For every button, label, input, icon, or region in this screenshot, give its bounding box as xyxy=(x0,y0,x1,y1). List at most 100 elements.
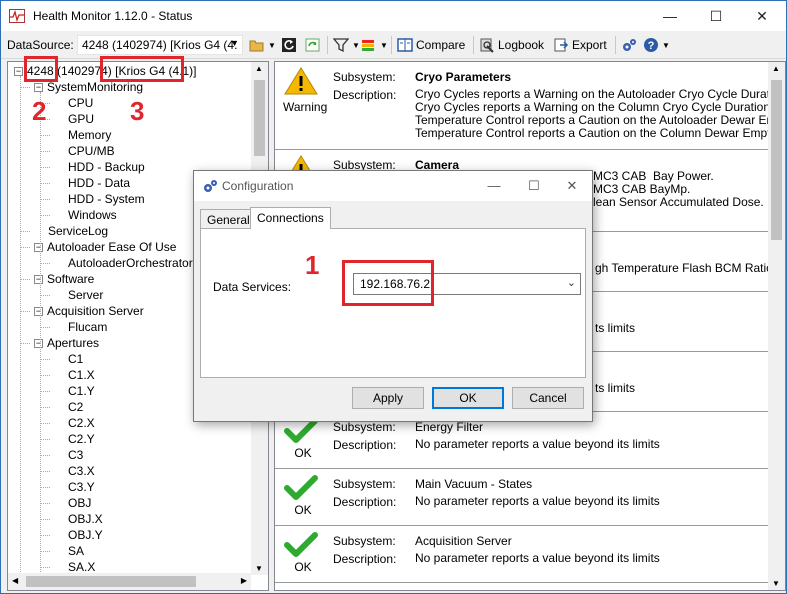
tree-item-label: C2 xyxy=(68,400,84,414)
tree-item[interactable]: OBJ xyxy=(68,495,91,511)
tree-item[interactable]: GPU xyxy=(68,111,94,127)
collapse-icon[interactable]: − xyxy=(34,83,43,92)
datasource-dropdown[interactable]: 4248 (1402974) [Krios G4 (4. ▼ xyxy=(77,35,243,55)
refresh-button[interactable] xyxy=(281,35,297,55)
scroll-down-icon[interactable]: ▼ xyxy=(255,564,263,573)
tree-item[interactable]: C3 xyxy=(68,447,83,463)
tree-connector xyxy=(40,183,50,184)
tree-item-label: C2.Y xyxy=(68,432,95,446)
tree-horizontal-scrollbar[interactable]: ◀ ▶ xyxy=(8,573,251,590)
tree-connector xyxy=(40,92,41,572)
datasource-value: 4248 (1402974) [Krios G4 (4. xyxy=(82,38,238,52)
tree-item[interactable]: C1 xyxy=(68,351,83,367)
annotation-number-3: 3 xyxy=(130,96,145,126)
tree-item-label: OBJ.Y xyxy=(68,528,103,542)
sync-button[interactable] xyxy=(305,35,321,55)
tree-item[interactable]: Server xyxy=(68,287,103,303)
tree-item[interactable]: CPU/MB xyxy=(68,143,115,159)
tree-connector xyxy=(40,487,50,488)
scroll-thumb[interactable] xyxy=(771,80,782,240)
export-button[interactable]: Export xyxy=(553,35,607,55)
severity-button[interactable]: ▼ xyxy=(361,35,388,55)
apply-button[interactable]: Apply xyxy=(352,387,424,409)
scroll-thumb[interactable] xyxy=(26,576,196,587)
dialog-close-button[interactable]: ✕ xyxy=(552,171,592,201)
subsystem-value: Acquisition Server xyxy=(415,534,512,548)
tree-item[interactable]: − Autoloader Ease Of Use xyxy=(34,239,176,255)
scroll-down-icon[interactable]: ▼ xyxy=(772,579,780,588)
status-label: Warning xyxy=(283,100,328,114)
collapse-icon[interactable]: − xyxy=(34,243,43,252)
logbook-label: Logbook xyxy=(498,38,545,52)
status-vertical-scrollbar[interactable]: ▲ ▼ xyxy=(768,62,785,590)
tree-connector xyxy=(40,263,50,264)
tree-item[interactable]: HDD - Backup xyxy=(68,159,145,175)
tree-item[interactable]: CPU xyxy=(68,95,93,111)
settings-button[interactable] xyxy=(621,35,637,55)
help-button[interactable]: ? ▼ xyxy=(643,35,670,55)
window-title: Health Monitor 1.12.0 - Status xyxy=(33,9,193,23)
annotation-box-2 xyxy=(24,56,58,82)
tree-item[interactable]: C2.X xyxy=(68,415,95,431)
scroll-up-icon[interactable]: ▲ xyxy=(255,64,263,73)
dialog-minimize-button[interactable]: — xyxy=(474,171,514,201)
tree-item[interactable]: C3.X xyxy=(68,463,95,479)
status-card[interactable]: Warning Subsystem: Cryo Parameters Descript… xyxy=(275,62,785,150)
open-folder-button[interactable]: ▼ xyxy=(249,35,276,55)
tree-item[interactable]: AutoloaderOrchestrator xyxy=(68,255,193,271)
tree-item[interactable]: − Acquisition Server xyxy=(34,303,144,319)
tree-item[interactable]: − Apertures xyxy=(34,335,99,351)
tab-general[interactable]: General xyxy=(200,209,257,229)
annotation-box-1 xyxy=(342,260,434,306)
scroll-right-icon[interactable]: ▶ xyxy=(241,576,247,585)
tab-connections[interactable]: Connections xyxy=(250,207,331,229)
tree-item[interactable]: Memory xyxy=(68,127,111,143)
ok-button[interactable]: OK xyxy=(432,387,504,409)
tree-item[interactable]: C1.Y xyxy=(68,383,95,399)
tree-item[interactable]: C2 xyxy=(68,399,83,415)
tree-item-label: HDD - Data xyxy=(68,176,131,190)
collapse-icon[interactable]: − xyxy=(14,67,23,76)
tree-item[interactable]: − Software xyxy=(34,271,94,287)
tree-item-label: C1.Y xyxy=(68,384,95,398)
scroll-thumb[interactable] xyxy=(254,80,265,156)
tree-item[interactable]: HDD - System xyxy=(68,191,145,207)
tree-item[interactable]: SA xyxy=(68,543,84,559)
export-icon xyxy=(553,37,569,53)
tree-item[interactable]: HDD - Data xyxy=(68,175,130,191)
minimize-button[interactable]: — xyxy=(647,1,693,31)
tree-item-label: Windows xyxy=(68,208,117,222)
tree-item[interactable]: C1.X xyxy=(68,367,95,383)
tree-item-label: Software xyxy=(47,272,95,286)
status-card[interactable]: OK Subsystem: Main Vacuum - States Descript… xyxy=(275,469,769,526)
chevron-down-icon: ▼ xyxy=(380,40,388,50)
tree-item[interactable]: C3.Y xyxy=(68,479,95,495)
maximize-button[interactable]: ☐ xyxy=(693,1,739,31)
dialog-maximize-button[interactable]: ☐ xyxy=(514,171,554,201)
scroll-left-icon[interactable]: ◀ xyxy=(12,576,18,585)
tree-item[interactable]: C2.Y xyxy=(68,431,95,447)
status-card[interactable]: OK Subsystem: Acquisition Server Descriptio… xyxy=(275,526,769,583)
tree-item[interactable]: ServiceLog xyxy=(48,223,108,239)
cancel-button[interactable]: Cancel xyxy=(512,387,584,409)
description-key: Description: xyxy=(333,438,397,452)
tree-connector xyxy=(40,423,50,424)
tree-item-label: ServiceLog xyxy=(48,224,109,238)
tree-item[interactable]: OBJ.X xyxy=(68,511,103,527)
tree-item-label: HDD - Backup xyxy=(68,160,145,174)
tree-item[interactable]: Flucam xyxy=(68,319,107,335)
scroll-up-icon[interactable]: ▲ xyxy=(772,64,780,73)
compare-button[interactable]: Compare xyxy=(397,35,465,55)
tree-item[interactable]: Windows xyxy=(68,207,117,223)
description-key: Description: xyxy=(333,88,397,102)
logbook-button[interactable]: Logbook xyxy=(479,35,544,55)
tree-connector xyxy=(40,167,50,168)
filter-button[interactable]: ▼ xyxy=(332,35,360,55)
collapse-icon[interactable]: − xyxy=(34,307,43,316)
tree-item[interactable]: OBJ.Y xyxy=(68,527,103,543)
collapse-icon[interactable]: − xyxy=(34,339,43,348)
close-button[interactable]: ✕ xyxy=(739,1,785,31)
collapse-icon[interactable]: − xyxy=(34,275,43,284)
tree-item-label: Flucam xyxy=(68,320,108,334)
annotation-number-1: 1 xyxy=(305,250,320,280)
